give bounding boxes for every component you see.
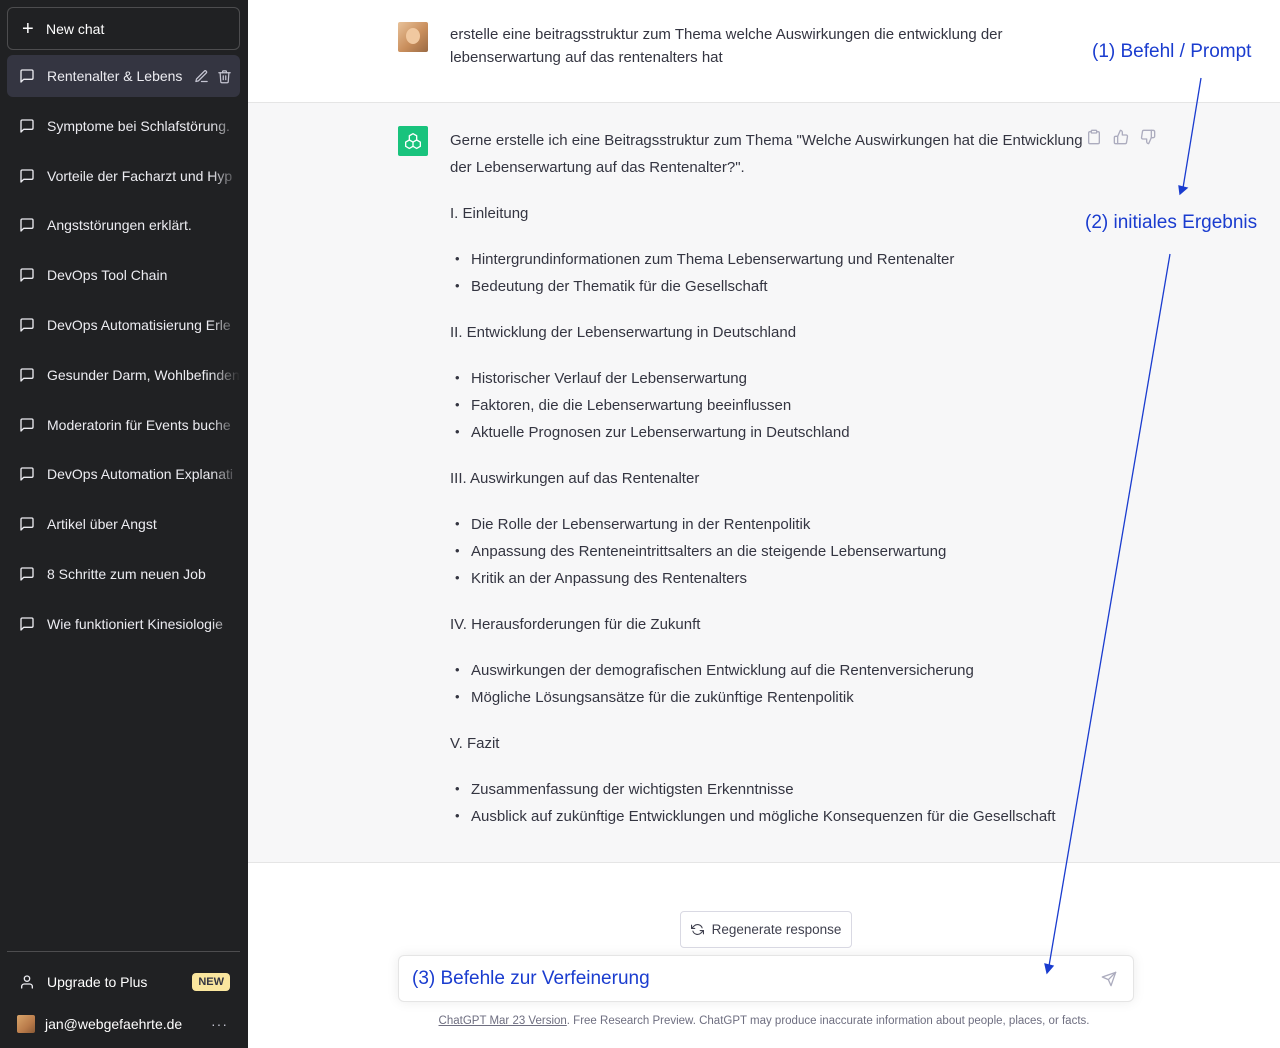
prompt-input-text[interactable]: (3) Befehle zur Verfeinerung [412, 968, 650, 990]
list-item: Anpassung des Renteneintrittsalters an d… [450, 537, 1090, 565]
sidebar-item-moderatorin[interactable]: Moderatorin für Events buche [7, 404, 240, 446]
regenerate-response-button[interactable]: Regenerate response [680, 911, 852, 948]
section-heading: I. Einleitung [450, 205, 529, 222]
main-content: erstelle eine beitragsstruktur zum Thema… [248, 0, 1280, 1048]
sidebar-item-label: DevOps Automatisierung Erle [47, 316, 231, 333]
bullet-list: Die Rolle der Lebenserwartung in der Ren… [450, 510, 1090, 592]
bullet-list: Hintergrundinformationen zum Thema Leben… [450, 245, 1090, 300]
annotation-prompt: (1) Befehl / Prompt [1092, 41, 1252, 62]
annotation-initial-result: (2) initiales Ergebnis [1085, 212, 1258, 233]
sidebar-item-label: Symptome bei Schlafstörung. [47, 117, 230, 134]
sidebar-item-label: 8 Schritte zum neuen Job [47, 565, 206, 582]
chat-bubble-icon [19, 267, 35, 283]
chat-bubble-icon [19, 566, 35, 582]
sidebar-item-devops-automation[interactable]: DevOps Automation Explanati [7, 453, 240, 495]
sidebar-item-rentenalter[interactable]: Rentenalter & Lebenser [7, 55, 240, 97]
assistant-intro: Gerne erstelle ich eine Beitragsstruktur… [450, 132, 1083, 176]
sidebar-item-label: Vorteile der Facharzt und Hyp [47, 167, 233, 184]
footer-disclaimer: ChatGPT Mar 23 Version. Free Research Pr… [248, 1015, 1280, 1027]
send-icon[interactable] [1101, 971, 1119, 989]
list-item: Kritik an der Anpassung des Rentenalters [450, 564, 1090, 592]
message-actions [1086, 129, 1156, 145]
prompt-input[interactable]: (3) Befehle zur Verfeinerung [398, 955, 1134, 1002]
sidebar-item-label: DevOps Automation Explanati [47, 466, 233, 483]
section-heading: V. Fazit [450, 735, 500, 752]
list-item: Ausblick auf zukünftige Entwicklungen un… [450, 802, 1090, 830]
sidebar-item-label: Moderatorin für Events buche [47, 416, 231, 433]
regenerate-label: Regenerate response [711, 922, 842, 937]
footer-text: . Free Research Preview. ChatGPT may pro… [566, 1015, 1090, 1027]
version-link[interactable]: ChatGPT Mar 23 Version [439, 1015, 567, 1027]
upgrade-to-plus-button[interactable]: Upgrade to Plus NEW [7, 962, 240, 1002]
sidebar: + New chat Rentenalter & Lebenser Sympto… [0, 0, 248, 1048]
bullet-list: Auswirkungen der demografischen Entwickl… [450, 656, 1090, 711]
chat-bubble-icon [19, 367, 35, 383]
sidebar-item-angststoerungen[interactable]: Angststörungen erklärt. [7, 204, 240, 246]
more-options-icon[interactable]: ··· [211, 1016, 228, 1032]
list-item: Hintergrundinformationen zum Thema Leben… [450, 245, 1090, 273]
list-item: Auswirkungen der demografischen Entwickl… [450, 656, 1090, 684]
sidebar-item-label: DevOps Tool Chain [47, 267, 168, 284]
list-item: Zusammenfassung der wichtigsten Erkenntn… [450, 775, 1090, 803]
avatar [17, 1015, 35, 1033]
chatgpt-logo-icon [398, 126, 428, 156]
sidebar-item-schlafstoerung[interactable]: Symptome bei Schlafstörung. [7, 105, 240, 147]
sidebar-item-facharzt[interactable]: Vorteile der Facharzt und Hyp [7, 155, 240, 197]
user-message-text: erstelle eine beitragsstruktur zum Thema… [450, 26, 1003, 66]
user-email: jan@webgefaehrte.de [45, 1016, 183, 1032]
chat-bubble-icon [19, 616, 35, 632]
section-heading: III. Auswirkungen auf das Rentenalter [450, 470, 700, 487]
chat-bubble-icon [19, 317, 35, 333]
section-heading: IV. Herausforderungen für die Zukunft [450, 616, 701, 633]
upgrade-label: Upgrade to Plus [47, 974, 148, 990]
sidebar-item-label: Artikel über Angst [47, 516, 157, 533]
plus-icon: + [22, 17, 34, 40]
edit-pencil-icon[interactable] [194, 69, 209, 84]
sidebar-divider [7, 951, 240, 952]
chat-history-list: Rentenalter & Lebenser Symptome bei Schl… [7, 55, 240, 653]
sidebar-item-devops-automatisierung[interactable]: DevOps Automatisierung Erle [7, 304, 240, 346]
trash-icon[interactable] [217, 69, 232, 84]
sidebar-item-devops-tool-chain[interactable]: DevOps Tool Chain [7, 254, 240, 296]
list-item: Bedeutung der Thematik für die Gesellsch… [450, 272, 1090, 300]
sidebar-item-artikel-angst[interactable]: Artikel über Angst [7, 503, 240, 545]
list-item: Die Rolle der Lebenserwartung in der Ren… [450, 510, 1090, 538]
new-badge: NEW [192, 973, 230, 991]
sidebar-item-gesunder-darm[interactable]: Gesunder Darm, Wohlbefinden [7, 354, 240, 396]
sidebar-item-neuer-job[interactable]: 8 Schritte zum neuen Job [7, 553, 240, 595]
chat-bubble-icon [19, 168, 35, 184]
sidebar-item-label: Angststörungen erklärt. [47, 217, 192, 234]
list-item: Historischer Verlauf der Lebenserwartung [450, 364, 1090, 392]
chat-bubble-icon [19, 417, 35, 433]
thumbs-up-icon[interactable] [1113, 129, 1129, 145]
refresh-icon [690, 923, 704, 936]
chat-bubble-icon [19, 516, 35, 532]
chat-bubble-icon [19, 217, 35, 233]
new-chat-label: New chat [46, 20, 105, 37]
thumbs-down-icon[interactable] [1140, 129, 1156, 145]
sidebar-item-label: Wie funktioniert Kinesiologie [47, 615, 223, 632]
sidebar-item-label: Rentenalter & Lebenser [47, 68, 182, 84]
new-chat-button[interactable]: + New chat [7, 7, 240, 50]
chat-bubble-icon [19, 466, 35, 482]
user-menu-button[interactable]: jan@webgefaehrte.de ··· [7, 1004, 240, 1044]
bullet-list: Zusammenfassung der wichtigsten Erkenntn… [450, 775, 1090, 830]
avatar [398, 22, 428, 52]
bullet-list: Historischer Verlauf der Lebenserwartung… [450, 364, 1090, 446]
list-item: Mögliche Lösungsansätze für die zukünfti… [450, 683, 1090, 711]
list-item: Aktuelle Prognosen zur Lebenserwartung i… [450, 418, 1090, 446]
chat-bubble-icon [19, 118, 35, 134]
sidebar-item-kinesiologie[interactable]: Wie funktioniert Kinesiologie [7, 603, 240, 645]
sidebar-item-label: Gesunder Darm, Wohlbefinden [47, 366, 240, 383]
section-heading: II. Entwicklung der Lebenserwartung in D… [450, 324, 797, 341]
user-icon [19, 974, 35, 990]
copy-clipboard-icon[interactable] [1086, 129, 1102, 145]
chat-bubble-icon [19, 68, 35, 84]
assistant-message-body: Gerne erstelle ich eine Beitragsstruktur… [450, 127, 1090, 849]
list-item: Faktoren, die die Lebenserwartung beeinf… [450, 391, 1090, 419]
